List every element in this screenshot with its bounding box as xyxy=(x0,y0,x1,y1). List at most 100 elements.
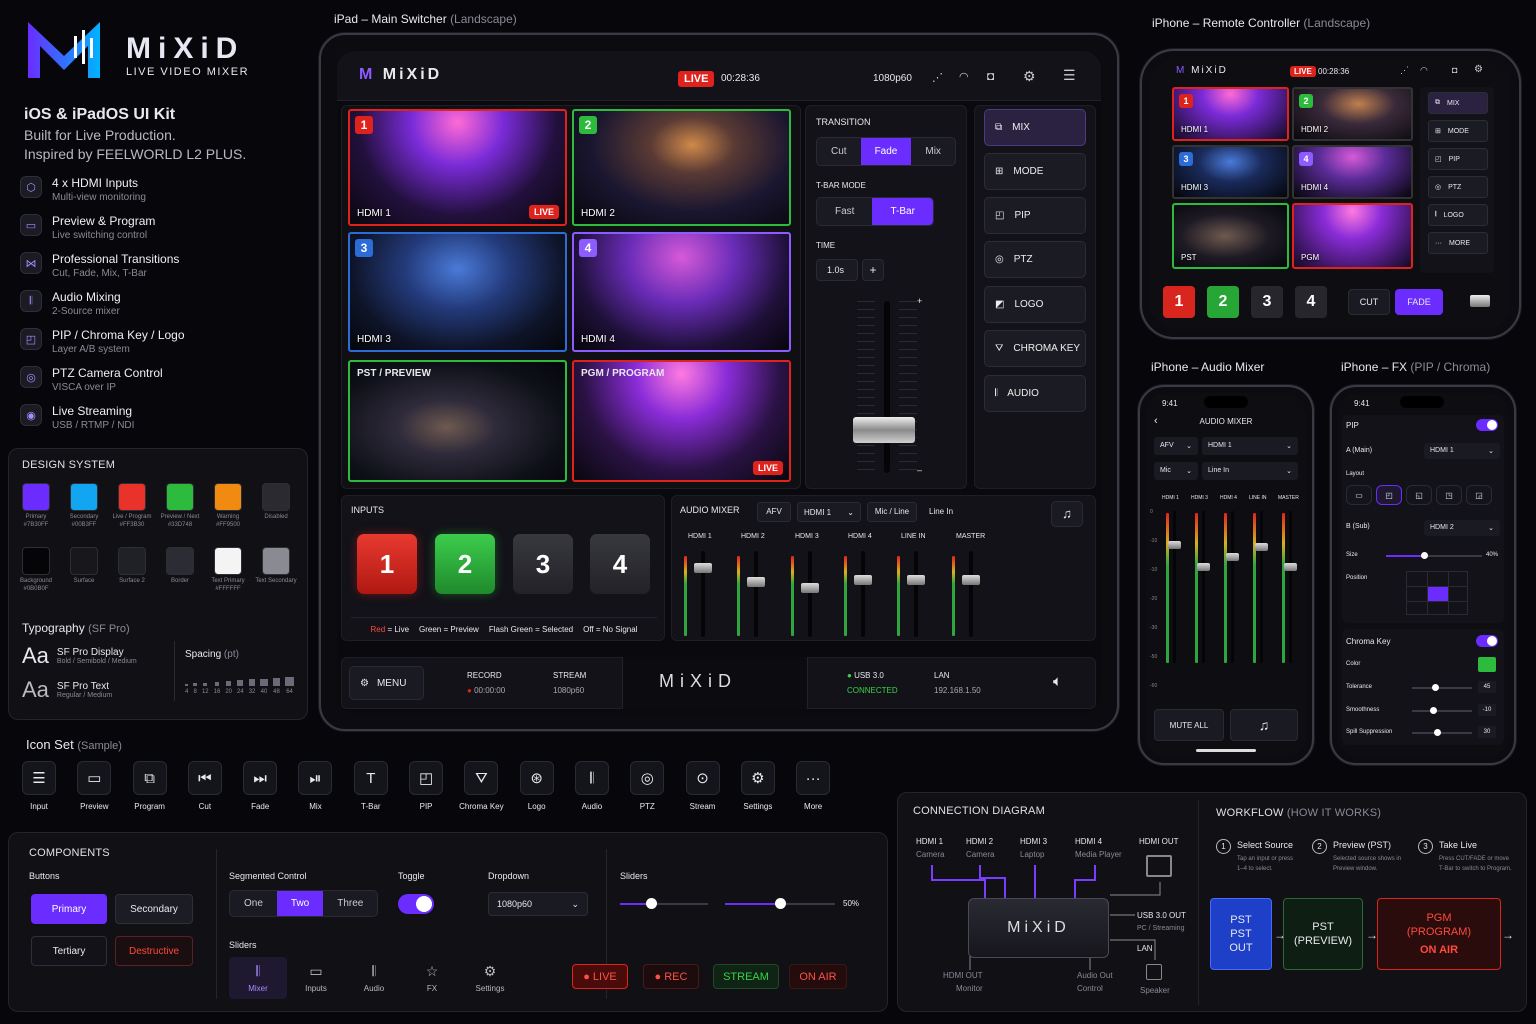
icon-set-item[interactable]: ⊙ Stream xyxy=(685,761,720,811)
icon-set-item[interactable]: ⧉ Program xyxy=(132,761,167,811)
channel-fader-knob[interactable] xyxy=(747,577,765,587)
secondary-button[interactable]: Secondary xyxy=(115,894,193,924)
remote-input-2[interactable]: 2 xyxy=(1207,286,1239,318)
icon-set-item[interactable]: T T-Bar xyxy=(353,761,388,811)
remote-cut-button[interactable]: CUT xyxy=(1348,289,1390,315)
audio-button[interactable]: 𝄃 AUDIO xyxy=(984,375,1086,412)
remote-tile-2[interactable]: 2 HDMI 2 xyxy=(1292,87,1413,141)
layout-option-3[interactable]: ◱ xyxy=(1406,485,1432,505)
icon-set-item[interactable]: ⏮ Cut xyxy=(187,761,222,811)
layout-option-5[interactable]: ◲ xyxy=(1466,485,1492,505)
afv-source-dropdown[interactable]: HDMI 1 ⌄ xyxy=(1202,437,1298,455)
remote-preview-tile[interactable]: PST xyxy=(1172,203,1289,269)
input-button-2[interactable]: 2 xyxy=(435,534,495,594)
tbar-handle[interactable] xyxy=(853,417,915,443)
remote-input-4[interactable]: 4 xyxy=(1295,286,1327,318)
seg-three[interactable]: Three xyxy=(323,891,377,916)
channel-fader-knob[interactable] xyxy=(1168,541,1181,549)
channel-fader-knob[interactable] xyxy=(801,583,819,593)
slider-b[interactable] xyxy=(725,898,835,909)
remote-fade-button[interactable]: FADE xyxy=(1395,289,1443,315)
input-tile-1[interactable]: 1 HDMI 1 LIVE xyxy=(348,109,567,226)
segmented-control[interactable]: One Two Three xyxy=(229,890,379,917)
position-grid[interactable] xyxy=(1406,571,1468,615)
menu-icon[interactable]: ☰ xyxy=(1063,67,1076,84)
mix-option[interactable]: Mix xyxy=(911,138,955,165)
ptz-button[interactable]: ◎ PTZ xyxy=(984,241,1086,278)
headphones-icon[interactable]: ♫ xyxy=(1230,709,1298,741)
tab-settings[interactable]: ⚙ Settings xyxy=(461,957,519,999)
time-increase-button[interactable]: + xyxy=(862,259,884,281)
headphones-icon[interactable]: ♫ xyxy=(1051,501,1083,527)
icon-set-item[interactable]: ◎ PTZ xyxy=(630,761,665,811)
afv-button[interactable]: AFV xyxy=(757,502,791,522)
toggle-switch[interactable] xyxy=(398,894,434,914)
size-slider[interactable] xyxy=(1386,552,1482,559)
input-button-3[interactable]: 3 xyxy=(513,534,573,594)
input-tile-2[interactable]: 2 HDMI 2 xyxy=(572,109,791,226)
tab-mixer[interactable]: 𝄃 Mixer xyxy=(229,957,287,999)
pip-toggle[interactable] xyxy=(1476,419,1498,431)
remote-pip-button[interactable]: ◰ PIP xyxy=(1428,148,1488,170)
channel-fader-knob[interactable] xyxy=(1197,563,1210,571)
seg-one[interactable]: One xyxy=(230,891,277,916)
fade-option[interactable]: Fade xyxy=(860,138,912,165)
tab-inputs[interactable]: ▭ Inputs xyxy=(287,957,345,999)
destructive-button[interactable]: Destructive xyxy=(115,936,193,966)
seg-two[interactable]: Two xyxy=(276,891,324,916)
remote-mode-button[interactable]: ⊞ MODE xyxy=(1428,120,1488,142)
remote-input-3[interactable]: 3 xyxy=(1251,286,1283,318)
channel-fader-knob[interactable] xyxy=(1226,553,1239,561)
input-button-4[interactable]: 4 xyxy=(590,534,650,594)
wifi-icon[interactable]: ◠ xyxy=(959,70,969,83)
icon-set-item[interactable]: ⏭ Fade xyxy=(243,761,278,811)
audio-source-dropdown[interactable]: HDMI 1 ⌄ xyxy=(797,502,861,522)
input-tile-3[interactable]: 3 HDMI 3 xyxy=(348,232,567,352)
signal-icon[interactable]: ⋰ xyxy=(932,71,943,84)
icon-set-item[interactable]: ··· More xyxy=(796,761,831,811)
remote-logo-button[interactable]: 𝄃 LOGO xyxy=(1428,204,1488,226)
time-value[interactable]: 1.0s xyxy=(816,259,858,281)
chroma-key-button[interactable]: ⛛ CHROMA KEY xyxy=(984,330,1086,367)
camera-icon[interactable]: ◘ xyxy=(987,69,994,83)
channel-fader-knob[interactable] xyxy=(1255,543,1268,551)
primary-button[interactable]: Primary xyxy=(31,894,107,924)
dropdown-select[interactable]: 1080p60 ⌄ xyxy=(488,892,588,916)
logo-button[interactable]: ◩ LOGO xyxy=(984,286,1086,323)
layer-a-dropdown[interactable]: HDMI 1 ⌄ xyxy=(1424,443,1500,459)
tolerance-slider[interactable] xyxy=(1412,684,1472,691)
icon-set-item[interactable]: ⏯ Mix xyxy=(298,761,333,811)
remote-tile-4[interactable]: 4 HDMI 4 xyxy=(1292,145,1413,199)
mute-all-button[interactable]: MUTE ALL xyxy=(1154,709,1224,741)
key-color-swatch[interactable] xyxy=(1478,657,1496,672)
pip-button[interactable]: ◰ PIP xyxy=(984,197,1086,234)
tab-fx[interactable]: ☆ FX xyxy=(403,957,461,999)
channel-fader-knob[interactable] xyxy=(854,575,872,585)
input-tile-4[interactable]: 4 HDMI 4 xyxy=(572,232,791,352)
remote-mix-button[interactable]: ⧉ MIX xyxy=(1428,92,1488,114)
input-button-1[interactable]: 1 xyxy=(357,534,417,594)
mix-button[interactable]: ⧉ MIX xyxy=(984,109,1086,146)
layout-option-2[interactable]: ◰ xyxy=(1376,485,1402,505)
mic-dropdown[interactable]: Mic ⌄ xyxy=(1154,462,1198,480)
slider-a[interactable] xyxy=(620,898,708,909)
remote-program-tile[interactable]: PGM xyxy=(1292,203,1413,269)
icon-set-item[interactable]: ☰ Input xyxy=(22,761,56,811)
tab-audio[interactable]: 𝄃 Audio xyxy=(345,957,403,999)
tbar-mode-segmented[interactable]: Fast T-Bar xyxy=(816,197,934,226)
layout-option-1[interactable]: ▭ xyxy=(1346,485,1372,505)
mode-button[interactable]: ⊞ MODE xyxy=(984,153,1086,190)
icon-set-item[interactable]: ▭ Preview xyxy=(77,761,112,811)
spill-slider[interactable] xyxy=(1412,729,1472,736)
icon-set-item[interactable]: ⚙ Settings xyxy=(740,761,775,811)
smoothness-slider[interactable] xyxy=(1412,707,1472,714)
tbar-option[interactable]: T-Bar xyxy=(872,198,933,225)
remote-input-1[interactable]: 1 xyxy=(1163,286,1195,318)
remote-tile-3[interactable]: 3 HDMI 3 xyxy=(1172,145,1289,199)
mic-line-button[interactable]: Mic / Line xyxy=(867,502,917,522)
afv-dropdown[interactable]: AFV ⌄ xyxy=(1154,437,1198,455)
remote-more-button[interactable]: ··· MORE xyxy=(1428,232,1488,254)
gear-icon[interactable]: ⚙ xyxy=(1023,68,1036,85)
layout-option-4[interactable]: ◳ xyxy=(1436,485,1462,505)
cut-option[interactable]: Cut xyxy=(817,138,861,165)
